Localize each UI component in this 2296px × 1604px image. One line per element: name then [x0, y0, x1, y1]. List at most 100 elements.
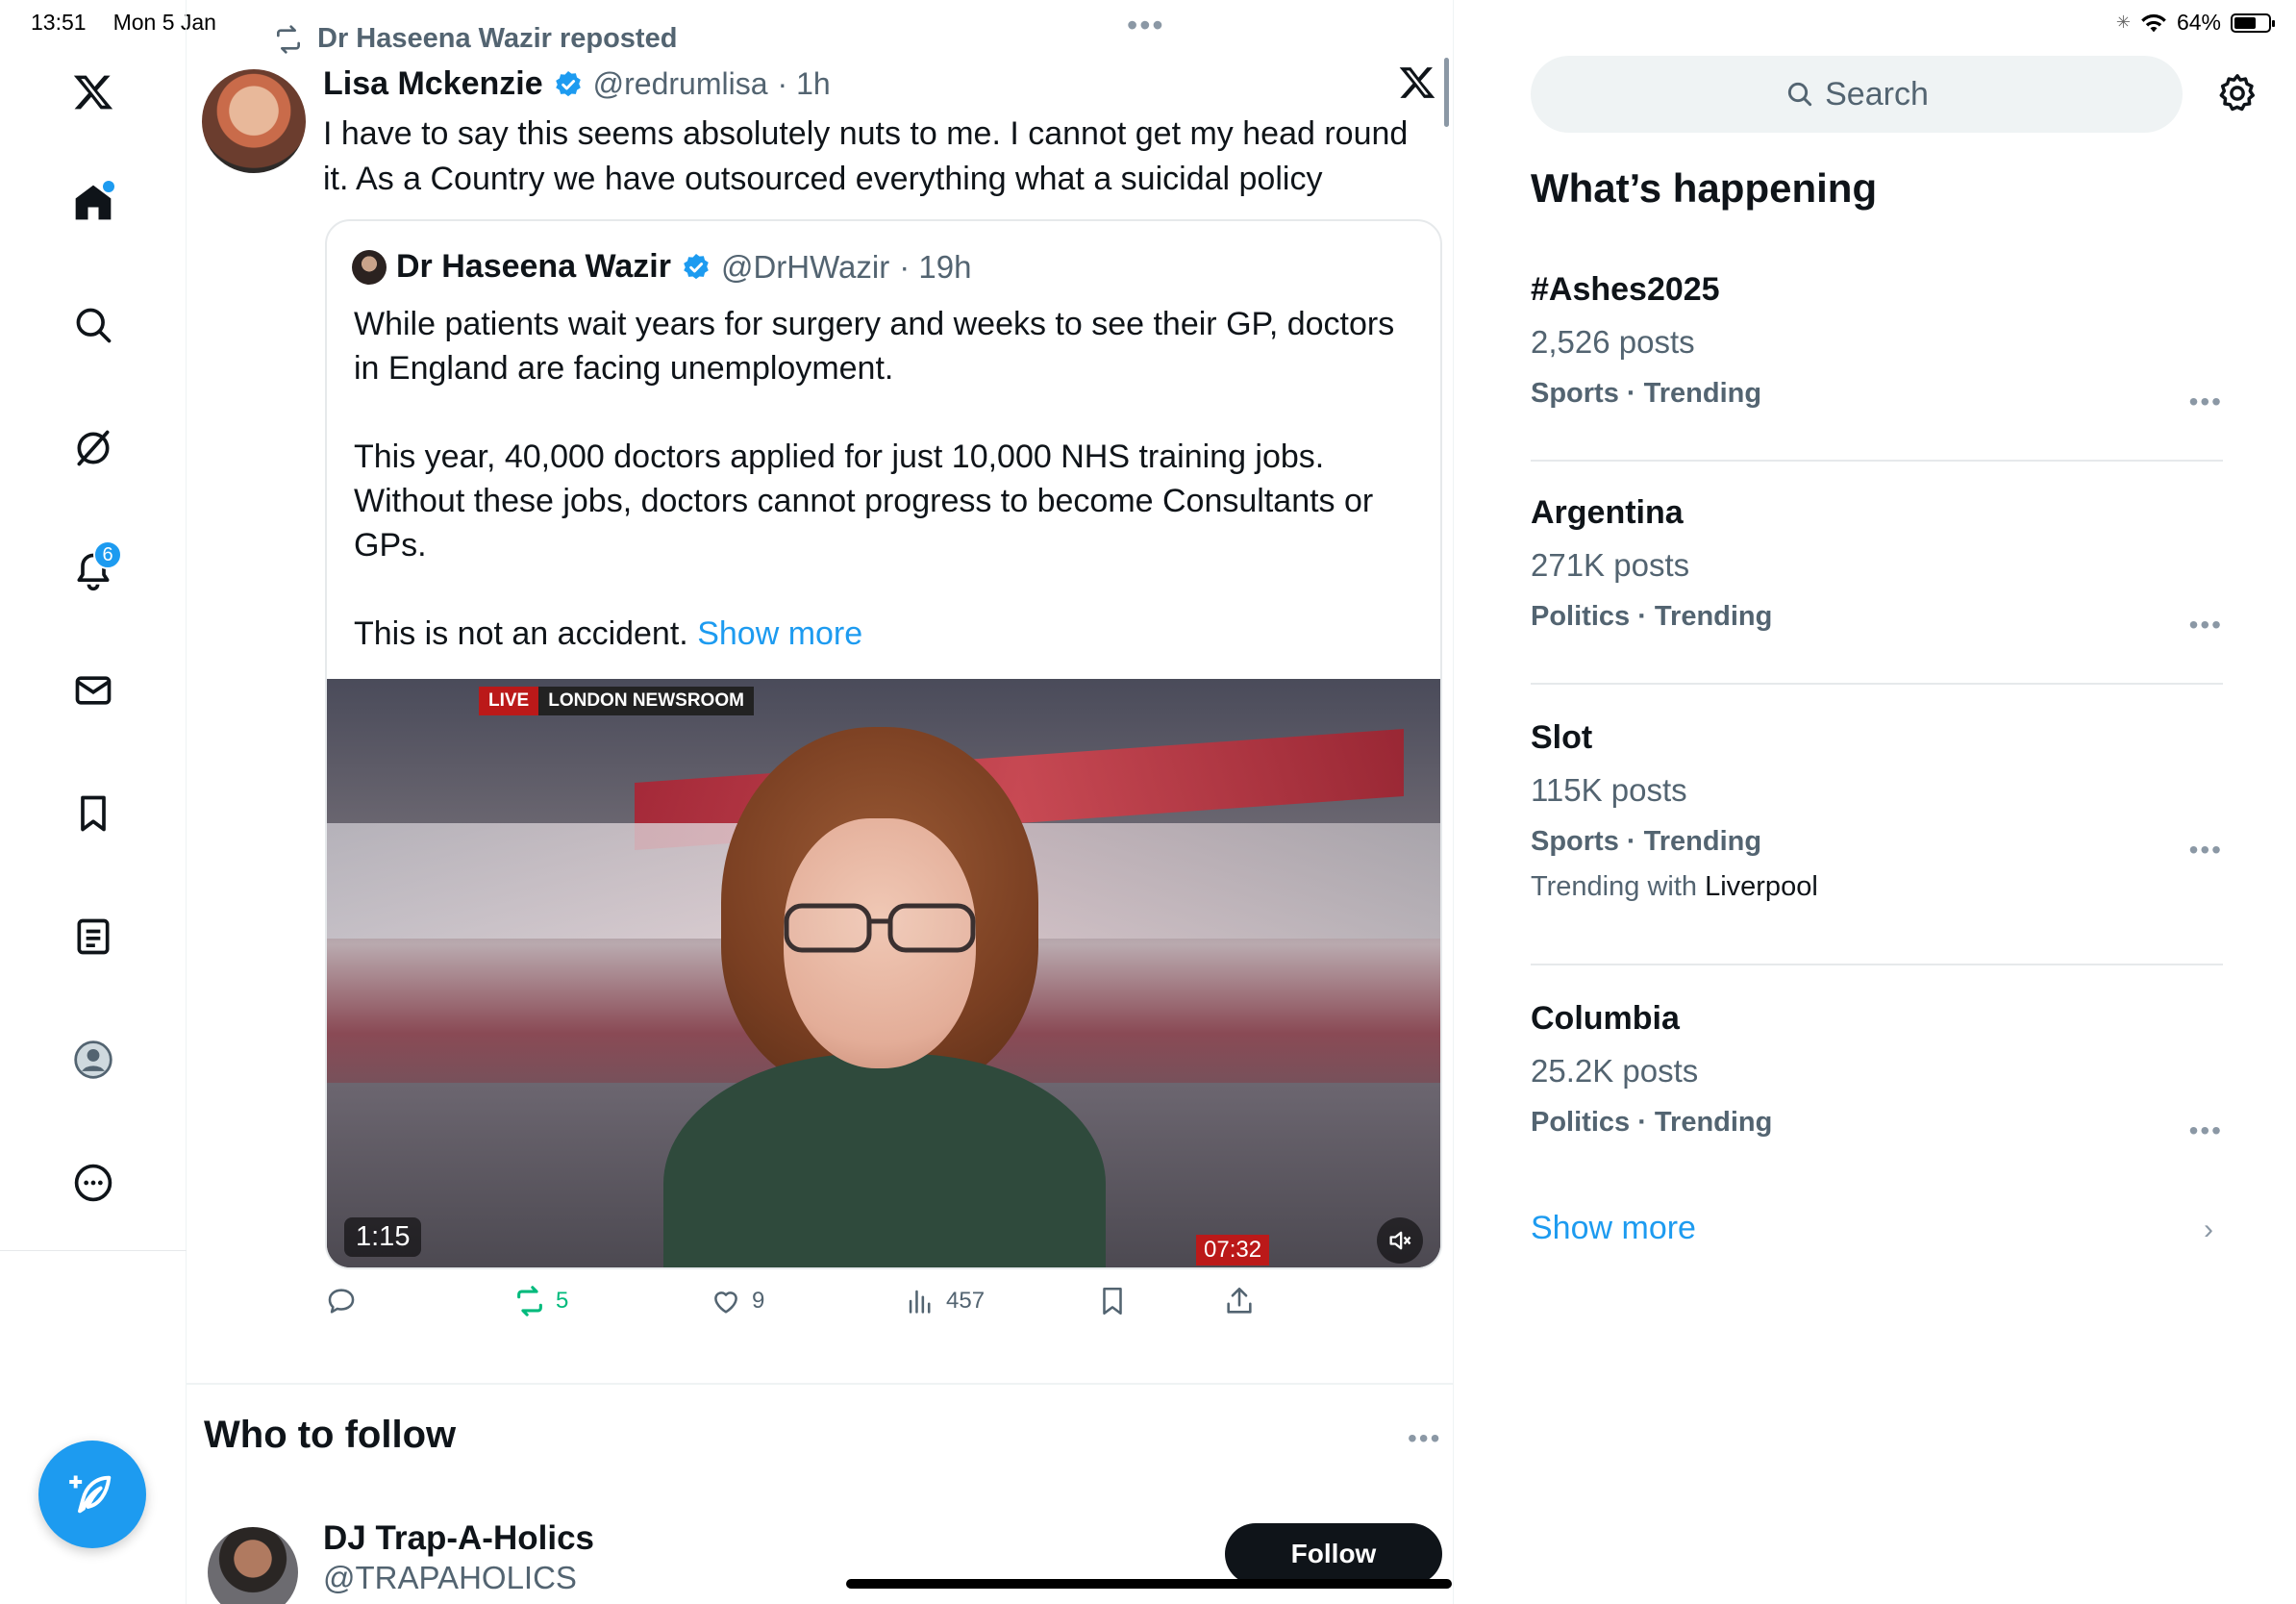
share-button[interactable] [1223, 1285, 1256, 1317]
trends-show-more-link[interactable]: Show more [1531, 1210, 1696, 1247]
video-duration: 1:15 [344, 1217, 422, 1257]
trend-title: #Ashes2025 [1531, 271, 1720, 308]
reply-button[interactable] [325, 1285, 358, 1317]
author-avatar[interactable] [202, 69, 306, 173]
live-banner: LIVE LONDON NEWSROOM [479, 687, 754, 715]
video-clock: 07:32 [1196, 1235, 1270, 1266]
profile-icon[interactable] [61, 1027, 126, 1092]
retweet-count: 5 [556, 1288, 569, 1314]
repost-label: Dr Haseena Wazir reposted [317, 23, 678, 54]
trend-divider [1531, 964, 2223, 965]
suggested-user-avatar[interactable] [208, 1527, 298, 1604]
quote-paragraph-2: This year, 40,000 doctors applied for ju… [354, 439, 1374, 564]
live-label: LIVE [479, 687, 539, 715]
mute-icon [1389, 1231, 1411, 1250]
lists-icon[interactable] [61, 904, 126, 969]
trend-title: Columbia [1531, 1000, 1680, 1037]
trend-more-icon[interactable]: ••• [2189, 610, 2223, 640]
search-icon[interactable] [61, 292, 126, 358]
author-handle[interactable]: @redrumlisa [593, 66, 768, 102]
quote-paragraph-3-text: This is not an accident. [354, 615, 688, 652]
mute-button[interactable] [1377, 1217, 1423, 1264]
mail-icon[interactable] [61, 658, 126, 723]
bookmark-button[interactable] [1096, 1285, 1129, 1317]
trend-title: Slot [1531, 719, 1593, 756]
search-input[interactable]: Search [1531, 56, 2183, 133]
trending-with-name[interactable]: Liverpool [1705, 871, 1818, 902]
quote-age: · 19h [899, 248, 972, 285]
more-icon[interactable] [61, 1150, 126, 1216]
verified-icon [684, 253, 709, 279]
trend-item[interactable]: Slot 115K posts Sports · Trending Trendi… [1531, 719, 2223, 903]
trend-item[interactable]: Columbia 25.2K posts Politics · Trending… [1531, 1000, 2223, 1145]
verified-icon [555, 70, 581, 96]
trend-category: Sports · Trending [1531, 826, 1762, 857]
left-nav: 6 [0, 0, 187, 1604]
bookmark-icon [1103, 1287, 1122, 1316]
tweet-age: · 1h [777, 66, 831, 101]
home-indicator[interactable] [846, 1579, 1452, 1589]
trend-category: Politics · Trending [1531, 601, 1773, 632]
quoted-tweet[interactable]: Dr Haseena Wazir @DrHWazir · 19h While p… [325, 219, 1442, 1269]
share-icon [1227, 1287, 1252, 1314]
bookmark-icon[interactable] [61, 781, 126, 846]
follow-button[interactable]: Follow [1225, 1523, 1442, 1585]
video-player[interactable]: LIVE LONDON NEWSROOM 1:15 07:32 [327, 679, 1440, 1267]
reply-icon [328, 1289, 355, 1314]
quote-author-name[interactable]: Dr Haseena Wazir [396, 248, 671, 286]
suggested-user-handle[interactable]: @TRAPAHOLICS [323, 1560, 577, 1596]
home-unread-dot [103, 181, 114, 192]
multitask-dots-icon[interactable]: ••• [1127, 8, 1165, 43]
trend-more-icon[interactable]: ••• [2189, 835, 2223, 865]
quote-author-avatar[interactable] [352, 249, 387, 285]
tweet-actions: 5 9 457 [325, 1285, 1442, 1333]
trend-count: 2,526 posts [1531, 324, 1695, 360]
repost-context[interactable]: Dr Haseena Wazir reposted [273, 23, 677, 55]
views-icon [909, 1290, 931, 1314]
search-placeholder: Search [1825, 75, 1929, 113]
like-count: 9 [752, 1288, 765, 1314]
main-timeline: ••• Dr Haseena Wazir reposted Lisa Mcken… [187, 0, 1454, 1604]
quote-paragraph-3: This is not an accident. Show more [354, 612, 1421, 656]
nav-divider [0, 1250, 187, 1251]
trend-item[interactable]: Argentina 271K posts Politics · Trending… [1531, 494, 2223, 639]
views-count: 457 [946, 1288, 986, 1314]
suggested-user-name[interactable]: DJ Trap-A-Holics [323, 1519, 594, 1558]
search-icon [1787, 82, 1812, 107]
author-name[interactable]: Lisa Mckenzie [323, 65, 543, 103]
notifications-bell-icon[interactable]: 6 [61, 539, 126, 604]
views-button[interactable]: 457 [904, 1285, 985, 1317]
scrollbar[interactable] [1444, 58, 1449, 127]
like-icon [714, 1291, 737, 1314]
quote-author-handle[interactable]: @DrHWazir [721, 249, 889, 286]
tweet-header: Lisa Mckenzie @redrumlisa · 1h [323, 65, 831, 103]
gear-icon[interactable] [2215, 71, 2259, 115]
like-button[interactable]: 9 [710, 1285, 764, 1317]
trend-more-icon[interactable]: ••• [2189, 387, 2223, 417]
quote-header: Dr Haseena Wazir @DrHWazir · 19h [352, 248, 971, 286]
compose-icon [69, 1475, 112, 1514]
repost-icon [277, 24, 300, 54]
trend-title: Argentina [1531, 494, 1684, 531]
retweet-button[interactable]: 5 [513, 1285, 568, 1317]
x-logo-icon[interactable] [61, 60, 126, 125]
trend-divider [1531, 683, 2223, 685]
section-divider [187, 1383, 1454, 1385]
trend-count: 271K posts [1531, 547, 1690, 583]
compose-button[interactable] [38, 1441, 146, 1548]
grok-icon[interactable] [61, 415, 126, 481]
channel-label: LONDON NEWSROOM [538, 687, 754, 715]
trending-with: Trending with Liverpool [1531, 871, 2223, 903]
show-more-link[interactable]: Show more [697, 615, 862, 652]
trending-with-prefix: Trending with [1531, 871, 1698, 902]
home-icon[interactable] [61, 169, 126, 235]
chevron-right-icon: › [2204, 1214, 2213, 1245]
trend-count: 25.2K posts [1531, 1053, 1699, 1089]
trend-more-icon[interactable]: ••• [2189, 1115, 2223, 1146]
who-to-follow-more-icon[interactable]: ••• [1408, 1423, 1441, 1454]
trend-count: 115K posts [1531, 772, 1687, 808]
trend-item[interactable]: #Ashes2025 2,526 posts Sports · Trending… [1531, 271, 2223, 416]
trend-divider [1531, 460, 2223, 462]
tweet-text: I have to say this seems absolutely nuts… [323, 115, 1409, 197]
grok-x-icon[interactable] [1398, 63, 1436, 102]
